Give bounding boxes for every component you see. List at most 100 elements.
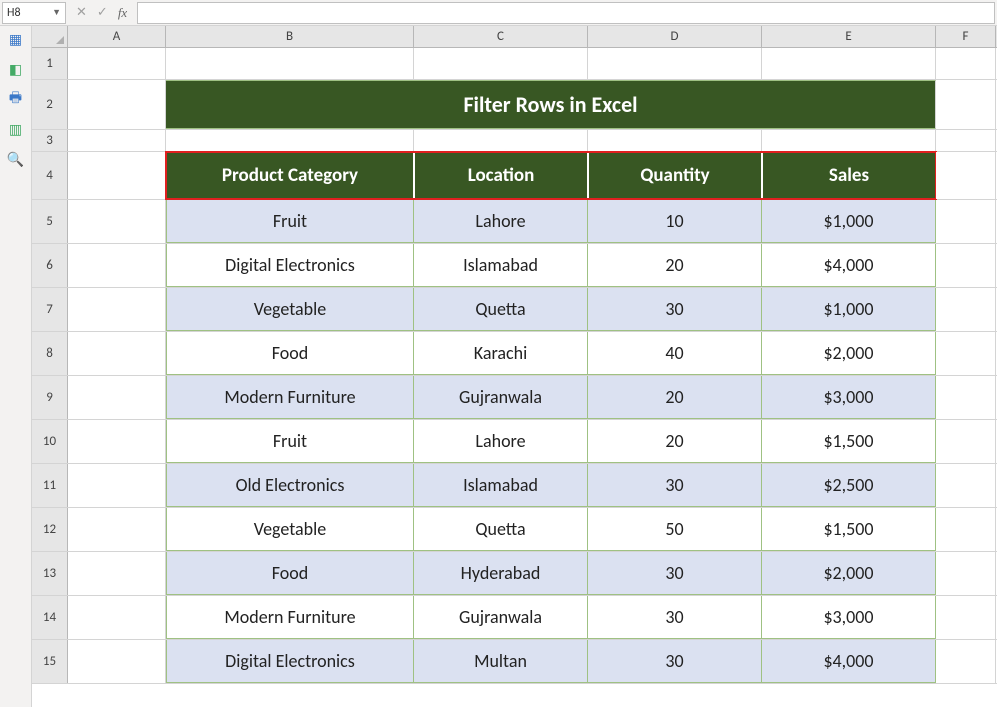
title-cell[interactable]: Filter Rows in Excel bbox=[166, 80, 936, 129]
cell[interactable] bbox=[588, 48, 762, 79]
cell[interactable] bbox=[936, 48, 996, 79]
col-header[interactable]: A bbox=[68, 26, 166, 47]
data-cell[interactable]: $1,500 bbox=[762, 420, 936, 463]
cell[interactable] bbox=[936, 332, 996, 375]
cell[interactable] bbox=[414, 130, 588, 151]
data-cell[interactable]: Fruit bbox=[166, 200, 414, 243]
data-cell[interactable]: $3,000 bbox=[762, 376, 936, 419]
cell[interactable] bbox=[68, 332, 166, 375]
cell[interactable] bbox=[588, 130, 762, 151]
data-cell[interactable]: $1,000 bbox=[762, 200, 936, 243]
data-cell[interactable]: 30 bbox=[588, 288, 762, 331]
data-cell[interactable]: $2,000 bbox=[762, 552, 936, 595]
row-header[interactable]: 11 bbox=[32, 464, 68, 507]
cell[interactable] bbox=[936, 464, 996, 507]
cell[interactable] bbox=[936, 244, 996, 287]
cell[interactable] bbox=[68, 464, 166, 507]
cell[interactable] bbox=[68, 80, 166, 129]
data-cell[interactable]: 20 bbox=[588, 376, 762, 419]
data-cell[interactable]: 30 bbox=[588, 552, 762, 595]
row-header[interactable]: 14 bbox=[32, 596, 68, 639]
data-cell[interactable]: 20 bbox=[588, 244, 762, 287]
data-cell[interactable]: Old Electronics bbox=[166, 464, 414, 507]
data-cell[interactable]: 20 bbox=[588, 420, 762, 463]
table-header-cell[interactable]: Product Category bbox=[166, 152, 414, 199]
cell[interactable] bbox=[936, 152, 996, 199]
data-cell[interactable]: Quetta bbox=[414, 508, 588, 551]
cell[interactable] bbox=[936, 420, 996, 463]
cell[interactable] bbox=[68, 420, 166, 463]
data-cell[interactable]: Lahore bbox=[414, 200, 588, 243]
row-header[interactable]: 3 bbox=[32, 130, 68, 151]
tool-icon[interactable]: 🖶 bbox=[7, 90, 25, 108]
cell[interactable] bbox=[936, 552, 996, 595]
cell[interactable] bbox=[166, 130, 414, 151]
data-cell[interactable]: $3,000 bbox=[762, 596, 936, 639]
data-cell[interactable]: Modern Furniture bbox=[166, 596, 414, 639]
data-cell[interactable]: 30 bbox=[588, 596, 762, 639]
cell[interactable] bbox=[936, 80, 996, 129]
data-cell[interactable]: Multan bbox=[414, 640, 588, 683]
data-cell[interactable]: Islamabad bbox=[414, 464, 588, 507]
tool-icon[interactable]: ▥ bbox=[7, 120, 25, 138]
row-header[interactable]: 12 bbox=[32, 508, 68, 551]
cell[interactable] bbox=[68, 640, 166, 683]
col-header[interactable]: D bbox=[588, 26, 762, 47]
data-cell[interactable]: Gujranwala bbox=[414, 376, 588, 419]
row-header[interactable]: 13 bbox=[32, 552, 68, 595]
cell[interactable] bbox=[68, 130, 166, 151]
table-header-cell[interactable]: Quantity bbox=[588, 152, 762, 199]
cell[interactable] bbox=[68, 552, 166, 595]
data-cell[interactable]: 50 bbox=[588, 508, 762, 551]
data-cell[interactable]: $4,000 bbox=[762, 244, 936, 287]
cell[interactable] bbox=[936, 596, 996, 639]
data-cell[interactable]: $4,000 bbox=[762, 640, 936, 683]
cell[interactable] bbox=[68, 508, 166, 551]
cell[interactable] bbox=[68, 48, 166, 79]
row-header[interactable]: 10 bbox=[32, 420, 68, 463]
tool-icon[interactable]: ◧ bbox=[7, 60, 25, 78]
formula-input[interactable] bbox=[137, 2, 995, 24]
cell[interactable] bbox=[166, 48, 414, 79]
data-cell[interactable]: Modern Furniture bbox=[166, 376, 414, 419]
cell[interactable] bbox=[936, 640, 996, 683]
row-header[interactable]: 4 bbox=[32, 152, 68, 199]
table-header-cell[interactable]: Sales bbox=[762, 152, 936, 199]
data-cell[interactable]: Food bbox=[166, 332, 414, 375]
table-header-cell[interactable]: Location bbox=[414, 152, 588, 199]
data-cell[interactable]: Fruit bbox=[166, 420, 414, 463]
data-cell[interactable]: Vegetable bbox=[166, 288, 414, 331]
cancel-icon[interactable]: ✕ bbox=[76, 5, 87, 20]
data-cell[interactable]: Lahore bbox=[414, 420, 588, 463]
cell[interactable] bbox=[936, 130, 996, 151]
data-cell[interactable]: $1,000 bbox=[762, 288, 936, 331]
cell[interactable] bbox=[936, 508, 996, 551]
data-cell[interactable]: Digital Electronics bbox=[166, 244, 414, 287]
data-cell[interactable]: Karachi bbox=[414, 332, 588, 375]
data-cell[interactable]: Digital Electronics bbox=[166, 640, 414, 683]
cell[interactable] bbox=[68, 244, 166, 287]
cell[interactable] bbox=[936, 200, 996, 243]
chevron-down-icon[interactable]: ▼ bbox=[52, 7, 61, 18]
row-header[interactable]: 8 bbox=[32, 332, 68, 375]
col-header[interactable]: F bbox=[936, 26, 996, 47]
row-header[interactable]: 7 bbox=[32, 288, 68, 331]
data-cell[interactable]: $2,000 bbox=[762, 332, 936, 375]
col-header[interactable]: E bbox=[762, 26, 936, 47]
row-header[interactable]: 9 bbox=[32, 376, 68, 419]
row-header[interactable]: 5 bbox=[32, 200, 68, 243]
cell[interactable] bbox=[68, 376, 166, 419]
data-cell[interactable]: Vegetable bbox=[166, 508, 414, 551]
select-all-corner[interactable] bbox=[32, 26, 68, 47]
data-cell[interactable]: Quetta bbox=[414, 288, 588, 331]
data-cell[interactable]: Food bbox=[166, 552, 414, 595]
row-header[interactable]: 1 bbox=[32, 48, 68, 79]
col-header[interactable]: C bbox=[414, 26, 588, 47]
data-cell[interactable]: $2,500 bbox=[762, 464, 936, 507]
data-cell[interactable]: 30 bbox=[588, 464, 762, 507]
enter-icon[interactable]: ✓ bbox=[97, 5, 108, 20]
row-header[interactable]: 15 bbox=[32, 640, 68, 683]
data-cell[interactable]: Hyderabad bbox=[414, 552, 588, 595]
row-header[interactable]: 6 bbox=[32, 244, 68, 287]
data-cell[interactable]: Gujranwala bbox=[414, 596, 588, 639]
